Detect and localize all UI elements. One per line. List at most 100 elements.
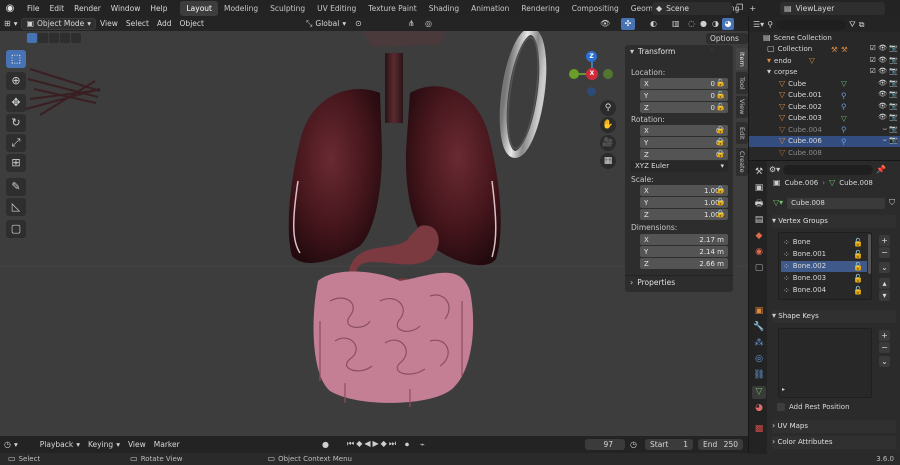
- eye-icon[interactable]: ⌣ 📷: [862, 124, 898, 136]
- workspace-tab-layout[interactable]: Layout: [180, 1, 218, 16]
- eye-icon[interactable]: 👁 📷: [862, 112, 898, 124]
- render-tab-icon[interactable]: ▣: [752, 182, 766, 195]
- workspace-tab-animation[interactable]: Animation: [465, 1, 515, 16]
- mesh-data-name-field[interactable]: Cube.008: [787, 197, 885, 209]
- end-frame-field[interactable]: End 250: [698, 439, 743, 450]
- checkbox-icon[interactable]: ☑ 👁 📷: [862, 55, 898, 67]
- timeline-editor-type[interactable]: ◷ ▾: [0, 439, 22, 451]
- select-extend-icon[interactable]: [38, 33, 48, 43]
- data-tab-icon[interactable]: ▽: [752, 386, 766, 399]
- particles-tab-icon[interactable]: ⁂: [752, 337, 766, 350]
- menu-timeline-view[interactable]: View: [124, 439, 150, 451]
- jump-end-icon[interactable]: ⏭: [389, 439, 396, 449]
- rotation-x-field[interactable]: X 0°: [640, 125, 728, 136]
- lock-icon[interactable]: 🔓: [716, 138, 725, 146]
- filter-display-icon[interactable]: ⚲: [767, 20, 773, 30]
- select-intersect-icon[interactable]: [71, 33, 81, 43]
- vertex-group-item[interactable]: ⁘ Bone 🔓: [781, 237, 867, 248]
- gizmo-neg-z-axis[interactable]: [587, 87, 596, 96]
- pin-icon[interactable]: 📌: [876, 165, 886, 175]
- vertex-group-item-active[interactable]: ⁘ Bone.002 🔓: [781, 261, 867, 272]
- rendered-shading-icon[interactable]: ◕: [722, 18, 734, 30]
- gizmo-y-axis[interactable]: [569, 69, 579, 79]
- editor-type-button[interactable]: ⊞ ▾: [0, 18, 21, 30]
- move-up-icon[interactable]: ▴: [879, 278, 890, 289]
- sidebar-tab-item[interactable]: Item: [736, 48, 748, 70]
- physics-tab-icon[interactable]: ◎: [752, 353, 766, 366]
- eye-icon[interactable]: ⌣ 📷: [862, 135, 898, 147]
- zoom-icon[interactable]: ⚲: [600, 100, 616, 116]
- vertex-groups-header[interactable]: ▾ Vertex Groups: [772, 215, 896, 228]
- lock-icon[interactable]: 🔓: [853, 250, 863, 260]
- rotation-mode-dropdown[interactable]: XYZ Euler ▾: [630, 161, 728, 172]
- material-tab-icon[interactable]: ◕: [752, 402, 766, 415]
- menu-help[interactable]: Help: [145, 1, 172, 16]
- jump-start-icon[interactable]: ⏮: [347, 439, 354, 449]
- lock-icon[interactable]: 🔓: [853, 274, 863, 284]
- start-frame-field[interactable]: Start 1: [645, 439, 693, 450]
- viewlayer-selector[interactable]: ▤ ViewLayer: [780, 2, 885, 15]
- select-new-icon[interactable]: [27, 33, 37, 43]
- transform-panel-header[interactable]: ▾ Transform: [625, 45, 733, 59]
- collection-tab-icon[interactable]: ▢: [752, 262, 766, 275]
- add-vertex-group-button[interactable]: +: [879, 235, 890, 246]
- gizmo-x-axis[interactable]: X: [586, 68, 598, 80]
- checkbox-icon[interactable]: ☑ 👁 📷: [862, 66, 898, 78]
- menu-edit[interactable]: Edit: [45, 1, 70, 16]
- scale-z-field[interactable]: Z 1.000: [640, 209, 728, 220]
- menu-add[interactable]: Add: [153, 18, 176, 30]
- blender-logo-icon[interactable]: ◉: [4, 3, 16, 15]
- output-tab-icon[interactable]: 🖶: [752, 198, 766, 211]
- workspace-tab-compositing[interactable]: Compositing: [566, 1, 625, 16]
- rotation-z-field[interactable]: Z 0°: [640, 149, 728, 160]
- add-shape-key-button[interactable]: +: [879, 330, 890, 341]
- texture-tab-icon[interactable]: ▩: [752, 423, 766, 436]
- move-tool-icon[interactable]: ✥: [6, 94, 26, 112]
- add-workspace-icon[interactable]: +: [749, 4, 756, 14]
- snap-icon[interactable]: ⋔: [408, 19, 415, 29]
- menu-object[interactable]: Object: [176, 18, 208, 30]
- add-cube-tool-icon[interactable]: ▢: [6, 220, 26, 238]
- lock-icon[interactable]: 🔓: [716, 210, 725, 218]
- lock-icon[interactable]: 🔓: [716, 198, 725, 206]
- next-keyframe-icon[interactable]: ◆: [381, 439, 387, 449]
- transform-tool-icon[interactable]: ⊞: [6, 154, 26, 172]
- gizmo-z-axis[interactable]: Z: [586, 51, 597, 62]
- modifier-tab-icon[interactable]: 🔧: [752, 321, 766, 334]
- checkbox-icon[interactable]: [777, 403, 785, 411]
- view-layer-tab-icon[interactable]: ▤: [752, 214, 766, 227]
- outliner-row-scene-collection[interactable]: ▤ Scene Collection: [749, 32, 900, 44]
- properties-editor-icon[interactable]: ⚙▾: [769, 165, 780, 175]
- cursor-tool-icon[interactable]: ⊕: [6, 72, 26, 90]
- checkbox-icon[interactable]: ☑ 👁 📷: [862, 43, 898, 55]
- record-icon[interactable]: ●: [322, 440, 329, 450]
- mesh-data-selector[interactable]: ▽▾ Cube.008 ⛉: [773, 197, 895, 209]
- material-shading-icon[interactable]: ◑: [712, 19, 719, 29]
- transform-orientation-dropdown[interactable]: ⤡ Global ▾: [302, 18, 350, 30]
- mode-dropdown[interactable]: ▣ Object Mode ▾: [21, 18, 97, 30]
- move-down-icon[interactable]: ▾: [879, 290, 890, 301]
- perspective-grid-icon[interactable]: ▦: [600, 153, 616, 169]
- workspace-tab-modeling[interactable]: Modeling: [218, 1, 264, 16]
- lock-icon[interactable]: 🔓: [716, 91, 725, 99]
- add-rest-position-checkbox[interactable]: Add Rest Position: [777, 403, 850, 411]
- location-y-field[interactable]: Y0 m: [640, 90, 728, 101]
- remove-shape-key-button[interactable]: −: [879, 342, 890, 353]
- properties-search-input[interactable]: [783, 165, 874, 175]
- play-reverse-icon[interactable]: ◀: [364, 439, 370, 449]
- select-box-tool-icon[interactable]: ⬚: [6, 50, 26, 68]
- lock-icon[interactable]: 🔓: [716, 150, 725, 158]
- annotate-tool-icon[interactable]: ✎: [6, 178, 26, 196]
- eye-icon[interactable]: 👁 📷: [862, 89, 898, 101]
- lock-icon[interactable]: 🔓: [853, 286, 863, 296]
- pivot-icon[interactable]: ⊙: [355, 19, 362, 29]
- keying-set-icon[interactable]: ⌁: [420, 440, 425, 450]
- outliner-editor-icon[interactable]: ☰▾: [753, 20, 764, 30]
- location-x-field[interactable]: X0 m: [640, 78, 728, 89]
- rotation-y-field[interactable]: Y 0°: [640, 137, 728, 148]
- camera-view-icon[interactable]: 🎥: [600, 135, 616, 151]
- menu-playback[interactable]: Playback ▾: [36, 439, 84, 451]
- select-invert-icon[interactable]: [60, 33, 70, 43]
- options-dropdown[interactable]: Options ▾: [706, 33, 748, 54]
- properties-panel-header[interactable]: › Properties: [625, 275, 733, 289]
